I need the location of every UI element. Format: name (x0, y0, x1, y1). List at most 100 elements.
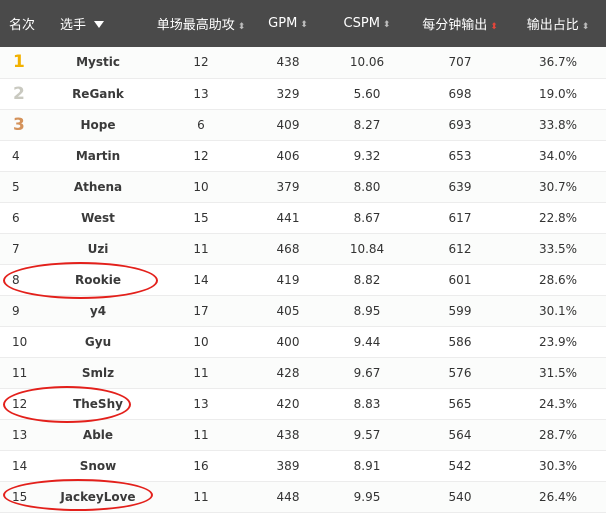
player-name[interactable]: Athena (46, 180, 150, 194)
player-name[interactable]: TheShy (46, 397, 150, 411)
column-header-dpm[interactable]: 每分钟输出 ⬍ (410, 0, 510, 47)
table-row[interactable]: 9 y4 17 405 8.95 599 30.1% (0, 295, 606, 327)
player-name-cell[interactable]: Hope (46, 109, 150, 141)
table-row[interactable]: 15 JackeyLove 11 448 9.95 540 26.4% (0, 481, 606, 513)
gpm-cell: 400 (252, 326, 324, 358)
player-name-cell[interactable]: ReGank (46, 78, 150, 110)
player-name[interactable]: JackeyLove (46, 490, 150, 504)
max-assists-cell: 13 (150, 388, 252, 420)
player-name-cell[interactable]: TheShy (46, 388, 150, 420)
table-row[interactable]: 1 Mystic 12 438 10.06 707 36.7% (0, 47, 606, 79)
rank-cell: 10 (0, 326, 46, 358)
table-row[interactable]: 8 Rookie 14 419 8.82 601 28.6% (0, 264, 606, 296)
column-header-cspm[interactable]: CSPM ⬍ (324, 0, 410, 47)
player-name[interactable]: Snow (46, 459, 150, 473)
player-name-cell[interactable]: JackeyLove (46, 481, 150, 513)
table-row[interactable]: 10 Gyu 10 400 9.44 586 23.9% (0, 326, 606, 358)
cspm-cell: 8.82 (324, 264, 410, 296)
table-row[interactable]: 7 Uzi 11 468 10.84 612 33.5% (0, 233, 606, 265)
max-assists-cell: 13 (150, 78, 252, 110)
table-row[interactable]: 3 Hope 6 409 8.27 693 33.8% (0, 109, 606, 141)
player-name-cell[interactable]: Mystic (46, 47, 150, 79)
rank-cell: 5 (0, 171, 46, 203)
player-name[interactable]: Uzi (46, 242, 150, 256)
table-row[interactable]: 11 Smlz 11 428 9.67 576 31.5% (0, 357, 606, 389)
cspm-cell: 10.06 (324, 47, 410, 79)
rank-cell: 8 (0, 264, 46, 296)
cspm-cell: 9.95 (324, 481, 410, 513)
dpm-cell: 612 (410, 233, 510, 265)
player-name-cell[interactable]: Martin (46, 140, 150, 172)
player-name[interactable]: Mystic (46, 55, 150, 69)
player-name[interactable]: Able (46, 428, 150, 442)
player-name[interactable]: Rookie (46, 273, 150, 287)
player-name-cell[interactable]: Athena (46, 171, 150, 203)
player-name[interactable]: Smlz (46, 366, 150, 380)
player-name[interactable]: Hope (46, 118, 150, 132)
table-row[interactable]: 13 Able 11 438 9.57 564 28.7% (0, 419, 606, 451)
player-name[interactable]: y4 (46, 304, 150, 318)
column-header-max-assists[interactable]: 单场最高助攻 ⬍ (150, 0, 252, 47)
table-row[interactable]: 12 TheShy 13 420 8.83 565 24.3% (0, 388, 606, 420)
damage-share-cell: 30.3% (510, 450, 606, 482)
table-row[interactable]: 2 ReGank 13 329 5.60 698 19.0% (0, 78, 606, 110)
rank-cell: 9 (0, 295, 46, 327)
rank-cell: 13 (0, 419, 46, 451)
cspm-cell: 8.95 (324, 295, 410, 327)
gpm-cell: 379 (252, 171, 324, 203)
cspm-cell: 9.67 (324, 357, 410, 389)
cspm-cell: 8.91 (324, 450, 410, 482)
table-row[interactable]: 6 West 15 441 8.67 617 22.8% (0, 202, 606, 234)
column-header-gpm[interactable]: GPM ⬍ (252, 0, 324, 47)
player-name-cell[interactable]: Gyu (46, 326, 150, 358)
max-assists-cell: 6 (150, 109, 252, 141)
player-name-cell[interactable]: y4 (46, 295, 150, 327)
table-row[interactable]: 14 Snow 16 389 8.91 542 30.3% (0, 450, 606, 482)
player-name-cell[interactable]: West (46, 202, 150, 234)
gpm-cell: 409 (252, 109, 324, 141)
dpm-cell: 617 (410, 202, 510, 234)
sort-icon: ⬍ (237, 22, 246, 32)
gpm-cell: 428 (252, 357, 324, 389)
dpm-cell: 707 (410, 47, 510, 79)
max-assists-cell: 15 (150, 202, 252, 234)
gpm-cell: 420 (252, 388, 324, 420)
column-header-damage-share[interactable]: 输出占比 ⬍ (510, 0, 606, 47)
max-assists-cell: 10 (150, 171, 252, 203)
cspm-cell: 9.32 (324, 140, 410, 172)
player-name[interactable]: West (46, 211, 150, 225)
gpm-cell: 419 (252, 264, 324, 296)
rank-cell: 6 (0, 202, 46, 234)
column-header-player[interactable]: 选手 (46, 0, 150, 47)
player-name-cell[interactable]: Snow (46, 450, 150, 482)
sort-icon: ⬍ (300, 20, 308, 30)
gpm-cell: 406 (252, 140, 324, 172)
dpm-cell: 693 (410, 109, 510, 141)
dpm-cell: 586 (410, 326, 510, 358)
sort-icon: ⬍ (581, 22, 590, 32)
player-name[interactable]: Martin (46, 149, 150, 163)
player-name-cell[interactable]: Able (46, 419, 150, 451)
dpm-cell: 576 (410, 357, 510, 389)
player-name-cell[interactable]: Smlz (46, 357, 150, 389)
gpm-cell: 468 (252, 233, 324, 265)
player-name[interactable]: Gyu (46, 335, 150, 349)
rank-medal: 1 (0, 47, 46, 79)
damage-share-cell: 28.6% (510, 264, 606, 296)
max-assists-cell: 16 (150, 450, 252, 482)
damage-share-cell: 34.0% (510, 140, 606, 172)
dpm-cell: 564 (410, 419, 510, 451)
max-assists-cell: 12 (150, 47, 252, 79)
player-name[interactable]: ReGank (46, 87, 150, 101)
table-row[interactable]: 5 Athena 10 379 8.80 639 30.7% (0, 171, 606, 203)
rank-cell: 12 (0, 388, 46, 420)
player-name-cell[interactable]: Rookie (46, 264, 150, 296)
dpm-cell: 565 (410, 388, 510, 420)
gpm-cell: 405 (252, 295, 324, 327)
cspm-cell: 9.57 (324, 419, 410, 451)
max-assists-cell: 11 (150, 419, 252, 451)
cspm-cell: 8.80 (324, 171, 410, 203)
filter-icon[interactable] (94, 21, 105, 28)
player-name-cell[interactable]: Uzi (46, 233, 150, 265)
table-row[interactable]: 4 Martin 12 406 9.32 653 34.0% (0, 140, 606, 172)
